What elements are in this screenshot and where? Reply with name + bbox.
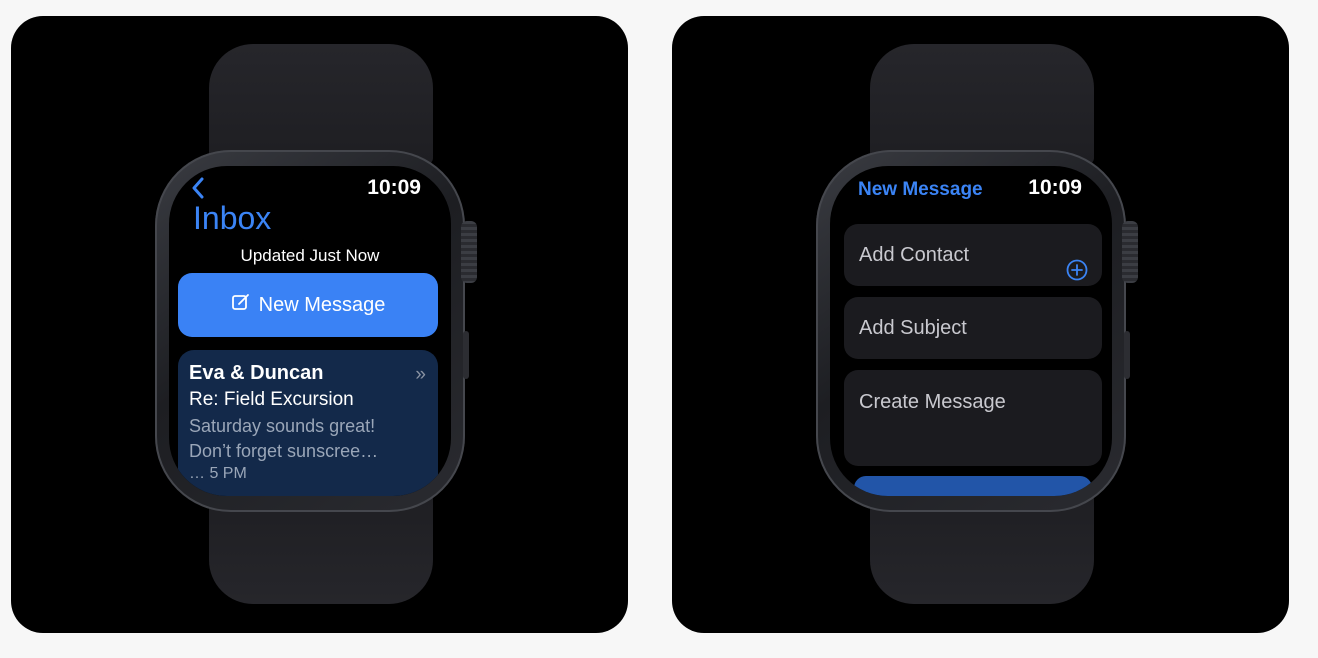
status-time: 10:09: [1028, 176, 1082, 199]
left-watch-panel: 10:09 Inbox Updated Just Now New Message…: [11, 16, 628, 633]
message-preview-line-2: Don’t forget sunscree…: [189, 441, 379, 461]
compose-icon: [231, 292, 251, 318]
message-list-item[interactable]: Eva & Duncan » Re: Field Excursion Satur…: [178, 350, 438, 496]
right-watch-panel: New Message 10:09 Add Contact Add Subjec…: [672, 16, 1289, 633]
message-sender: Eva & Duncan: [189, 362, 324, 384]
update-status: Updated Just Now: [240, 246, 380, 265]
watch-screen-new-message: New Message 10:09 Add Contact Add Subjec…: [830, 166, 1112, 496]
create-message-label: Create Message: [859, 391, 1006, 413]
side-button[interactable]: [463, 331, 469, 379]
message-subject: Re: Field Excursion: [189, 389, 354, 410]
new-message-button[interactable]: New Message: [178, 273, 438, 337]
digital-crown[interactable]: [461, 221, 477, 283]
watch-band-top: [870, 44, 1094, 164]
add-subject-label: Add Subject: [859, 317, 967, 339]
page-title: Inbox: [193, 200, 272, 236]
message-time: … 5 PM: [189, 465, 247, 482]
create-message-field[interactable]: Create Message: [844, 370, 1102, 466]
new-message-label: New Message: [258, 293, 386, 316]
watch-screen-inbox: 10:09 Inbox Updated Just Now New Message…: [169, 166, 451, 496]
message-preview-line-1: Saturday sounds great!: [189, 416, 376, 436]
add-contact-field[interactable]: Add Contact: [844, 224, 1102, 286]
watch-band-top: [209, 44, 433, 164]
side-button[interactable]: [1124, 331, 1130, 379]
add-contact-label: Add Contact: [859, 244, 970, 266]
add-subject-field[interactable]: Add Subject: [844, 297, 1102, 359]
page-title: New Message: [858, 179, 983, 200]
thread-chevron-icon: »: [415, 364, 426, 385]
status-time: 10:09: [367, 176, 421, 199]
digital-crown[interactable]: [1122, 221, 1138, 283]
send-button[interactable]: [854, 476, 1092, 496]
